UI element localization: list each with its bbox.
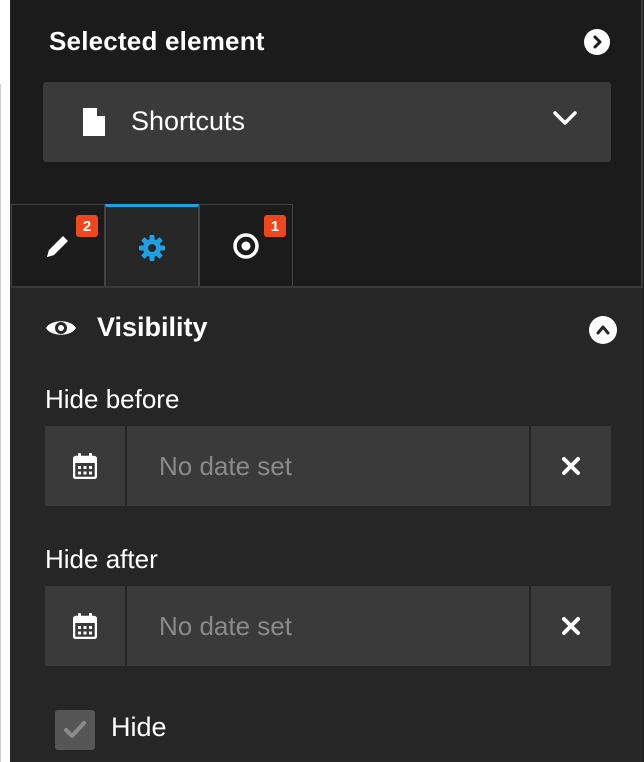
tab-settings[interactable]: [105, 204, 199, 289]
calendar-icon: [73, 613, 97, 639]
calendar-button[interactable]: [45, 586, 125, 666]
expand-panel-button[interactable]: [584, 29, 610, 55]
close-icon: [562, 617, 580, 635]
hide-checkbox[interactable]: [55, 710, 95, 750]
hide-after-label: Hide after: [45, 544, 158, 574]
element-select[interactable]: Shortcuts: [43, 82, 611, 162]
pencil-icon: [47, 236, 68, 257]
eye-icon: [45, 316, 77, 345]
hide-before-input[interactable]: [127, 426, 529, 506]
calendar-button[interactable]: [45, 426, 125, 506]
tab-target[interactable]: 1: [199, 204, 293, 287]
tab-badge: 1: [264, 215, 286, 237]
panel-title: Selected element: [49, 26, 265, 56]
section-title: Visibility: [97, 312, 208, 342]
checkmark-icon: [64, 721, 86, 738]
hide-after-field: [45, 586, 611, 666]
hide-after-input[interactable]: [127, 586, 529, 666]
document-icon: [83, 108, 105, 141]
hide-before-label: Hide before: [45, 384, 180, 414]
clear-hide-after-button[interactable]: [531, 586, 611, 666]
tab-badge: 2: [76, 215, 98, 237]
gear-icon: [139, 235, 165, 261]
chevron-down-icon: [553, 110, 577, 131]
calendar-icon: [73, 453, 97, 479]
chevron-up-icon: [596, 325, 610, 335]
visibility-section: Visibility Hide before No date set Hide …: [11, 288, 643, 762]
properties-panel: Selected element Shortcuts 2 1 Visibilit…: [10, 0, 643, 762]
panel-tabs: 2 1: [11, 204, 643, 289]
target-icon: [233, 233, 259, 259]
divider: [0, 84, 1, 762]
section-header: Visibility: [45, 312, 625, 348]
hide-checkbox-label: Hide: [111, 712, 167, 742]
hide-before-field: [45, 426, 611, 506]
page-background-strip: [0, 0, 10, 762]
collapse-section-button[interactable]: [589, 316, 617, 344]
close-icon: [562, 457, 580, 475]
tab-edit[interactable]: 2: [11, 204, 105, 287]
clear-hide-before-button[interactable]: [531, 426, 611, 506]
chevron-right-icon: [593, 35, 602, 49]
selected-element-label: Shortcuts: [131, 106, 246, 136]
